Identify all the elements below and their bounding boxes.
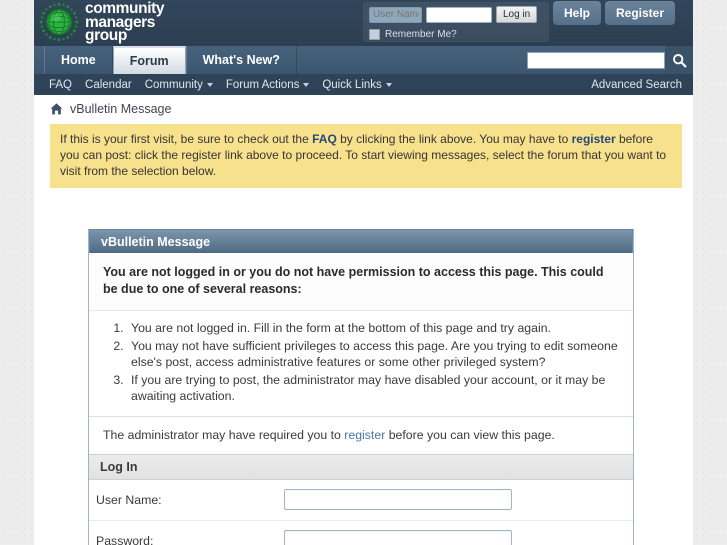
subnav-label-community: Community bbox=[144, 78, 203, 91]
header-login-row: Log in bbox=[369, 6, 543, 23]
subnav-item-community[interactable]: Community bbox=[145, 79, 213, 91]
breadcrumb-title: vBulletin Message bbox=[70, 101, 172, 116]
logo-wordmark: community managers group bbox=[85, 1, 164, 43]
subnav-item-quick-links[interactable]: Quick Links bbox=[322, 78, 392, 91]
help-button[interactable]: Help bbox=[553, 1, 602, 25]
subnav-label-calendar: Calendar bbox=[85, 78, 132, 91]
panel-reason-list: You are not logged in. Fill in the form … bbox=[89, 311, 633, 417]
header-login-button[interactable]: Log in bbox=[496, 6, 538, 23]
search-button[interactable] bbox=[665, 46, 693, 74]
notice-register-link[interactable]: register bbox=[572, 132, 616, 146]
chevron-down-icon bbox=[206, 82, 213, 87]
password-form-row: Password: bbox=[89, 521, 633, 545]
remember-me-group[interactable]: Remember Me? bbox=[369, 29, 543, 40]
search-icon bbox=[672, 53, 686, 67]
username-label: User Name: bbox=[96, 492, 162, 507]
remember-me-checkbox[interactable] bbox=[369, 29, 380, 40]
notice-text-1: If this is your first visit, be sure to … bbox=[60, 132, 313, 146]
logo-line-3: group bbox=[85, 27, 127, 45]
header-login-form: Log in Remember Me? bbox=[363, 2, 549, 42]
password-label: Password: bbox=[96, 533, 154, 545]
list-item: If you are trying to post, the administr… bbox=[127, 372, 619, 405]
search-area bbox=[527, 46, 693, 74]
admin-note-register-link[interactable]: register bbox=[344, 428, 385, 442]
main-navigation-bar: Home Forum What's New? bbox=[34, 46, 693, 74]
advanced-search-link[interactable]: Advanced Search bbox=[591, 79, 682, 91]
header-password-input[interactable] bbox=[426, 6, 492, 23]
register-button[interactable]: Register bbox=[605, 1, 676, 25]
panel-error-heading: You are not logged in or you do not have… bbox=[89, 253, 633, 311]
subnav-item-calendar[interactable]: Calendar bbox=[85, 79, 132, 91]
admin-note-text-2: before you can view this page. bbox=[385, 427, 555, 442]
subnav-label-faq: FAQ bbox=[49, 78, 73, 91]
breadcrumb: vBulletin Message bbox=[34, 95, 693, 122]
chevron-down-icon bbox=[303, 82, 310, 87]
notice-text-2: by clicking the link above. You may have… bbox=[336, 132, 572, 146]
remember-me-label: Remember Me? bbox=[385, 29, 457, 40]
nav-tab-list: Home Forum What's New? bbox=[44, 46, 297, 74]
subnav-item-forum-actions[interactable]: Forum Actions bbox=[226, 79, 310, 91]
password-field[interactable] bbox=[284, 530, 512, 545]
chevron-down-icon bbox=[385, 82, 392, 87]
list-item: You are not logged in. Fill in the form … bbox=[127, 320, 619, 337]
nav-tab-forum[interactable]: Forum bbox=[112, 46, 186, 74]
secondary-navigation-bar: FAQ Calendar Community Forum Actions Qui… bbox=[34, 74, 693, 95]
search-input[interactable] bbox=[527, 51, 665, 69]
subnav-label-quick-links: Quick Links bbox=[322, 78, 382, 91]
panel-header-title: vBulletin Message bbox=[89, 229, 633, 253]
site-header: community managers group Log in Remember… bbox=[34, 0, 693, 46]
home-icon[interactable] bbox=[50, 102, 63, 115]
nav-tab-home[interactable]: Home bbox=[44, 46, 113, 74]
list-item: You may not have sufficient privileges t… bbox=[127, 338, 619, 371]
username-field[interactable] bbox=[284, 489, 512, 510]
page-background: community managers group Log in Remember… bbox=[0, 0, 727, 545]
document-column: community managers group Log in Remember… bbox=[34, 0, 693, 545]
site-logo[interactable]: community managers group bbox=[38, 1, 164, 43]
globe-icon bbox=[39, 2, 79, 42]
first-visit-notice: If this is your first visit, be sure to … bbox=[50, 124, 682, 188]
vbulletin-message-panel: vBulletin Message You are not logged in … bbox=[88, 229, 634, 545]
subnav-label-forum-actions: Forum Actions bbox=[225, 78, 300, 91]
admin-note-text-1: The administrator may have required you … bbox=[103, 427, 345, 442]
nav-tab-whats-new[interactable]: What's New? bbox=[185, 46, 297, 74]
header-username-input[interactable] bbox=[369, 6, 422, 23]
login-section-header: Log In bbox=[89, 454, 633, 480]
subnav-item-faq[interactable]: FAQ bbox=[49, 79, 72, 91]
panel-admin-note: The administrator may have required you … bbox=[89, 417, 633, 455]
notice-faq-link[interactable]: FAQ bbox=[312, 132, 337, 146]
username-form-row: User Name: bbox=[89, 480, 633, 521]
